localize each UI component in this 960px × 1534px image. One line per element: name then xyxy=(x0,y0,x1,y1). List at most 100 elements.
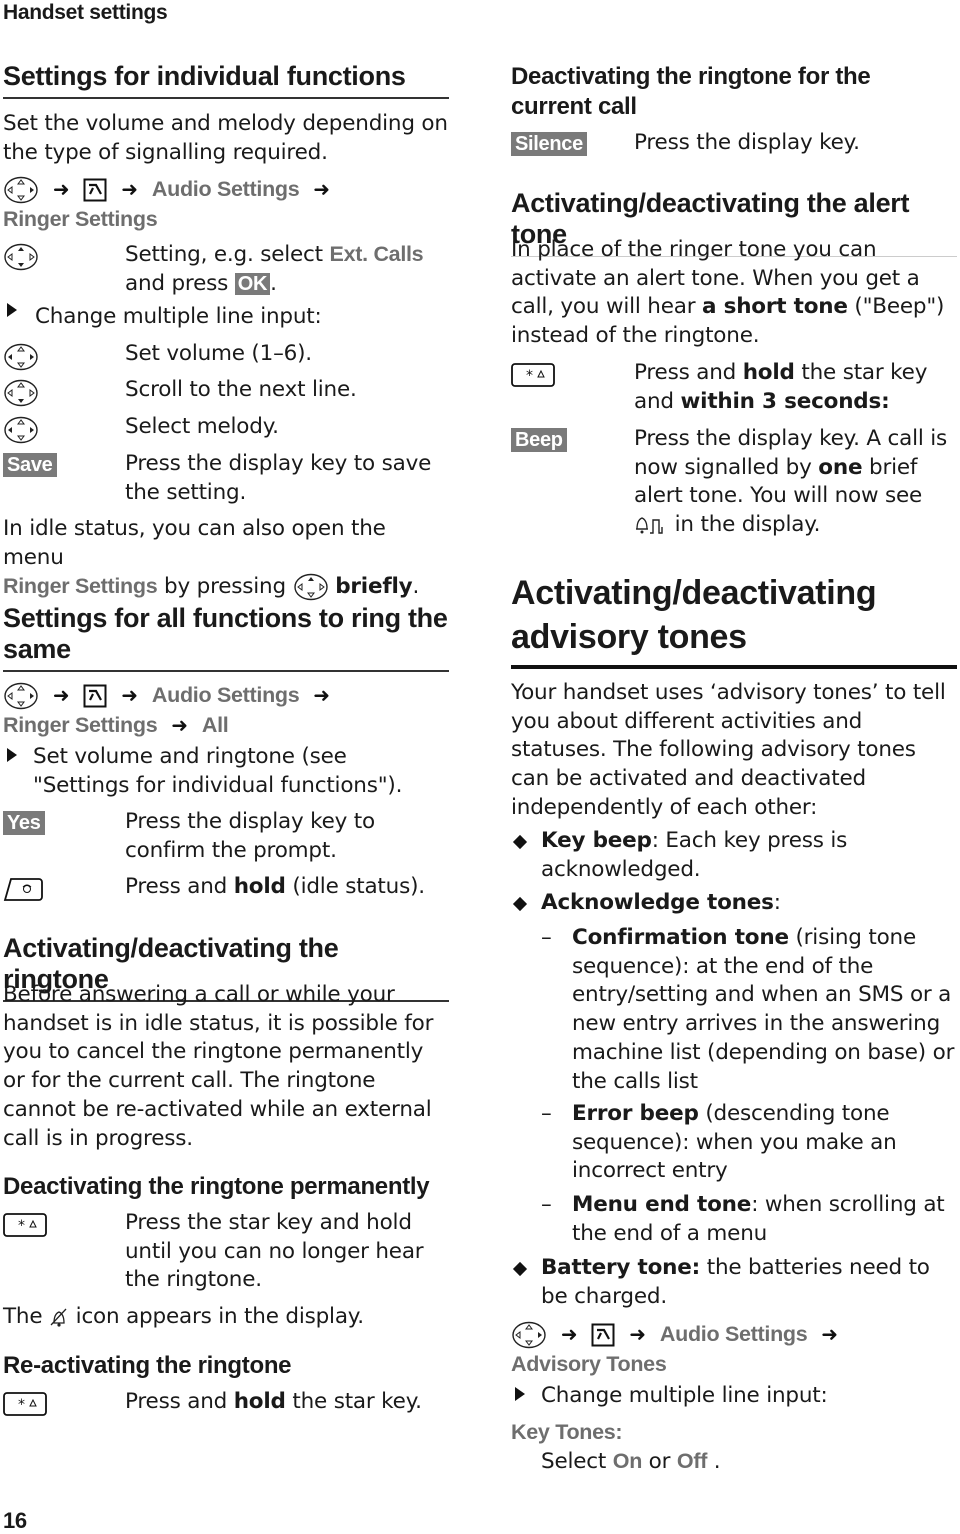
nav-key-right-icon xyxy=(512,1321,546,1349)
beep-softkey: Beep xyxy=(511,428,567,452)
step-text: Set volume (1–6). xyxy=(125,341,312,366)
menu-path-ringer: ➜ ➜ Audio Settings ➜ Ringer Settings xyxy=(3,175,449,234)
sub-item-menu-end-tone: – Menu end tone: when scrolling at the en… xyxy=(511,1191,957,1248)
field-label-key-tones: Key Tones: xyxy=(511,1420,623,1444)
step-scroll: Scroll to the next line. xyxy=(3,376,449,407)
nav-key-right-icon xyxy=(4,682,38,710)
menu-item-advisory-tones: Advisory Tones xyxy=(511,1351,667,1376)
step-text: Scroll to the next line. xyxy=(125,377,357,402)
arrow-icon: ➜ xyxy=(171,712,188,737)
arrow-icon: ➜ xyxy=(121,683,139,707)
svg-text:*: * xyxy=(18,1397,25,1413)
menu-path-advisory: ➜ ➜ Audio Settings ➜ Advisory Tones xyxy=(511,1320,957,1379)
svg-text:*: * xyxy=(526,368,533,384)
page-header: Handset settings xyxy=(3,1,168,24)
step-text: Press and xyxy=(125,874,234,899)
dash-bullet: – xyxy=(541,1101,552,1126)
step-beep: Beep Press the display key. A call is no… xyxy=(511,425,957,540)
note-text: In idle status, you can also open the me… xyxy=(3,516,386,570)
bullet-change-input: Change multiple line input: xyxy=(511,1382,957,1411)
menu-path-all: ➜ ➜ Audio Settings ➜ Ringer Settings ➜ A… xyxy=(3,681,449,740)
item-bold: Key beep xyxy=(541,828,652,853)
star-key-icon: * xyxy=(3,1392,47,1416)
diamond-bullet-icon xyxy=(512,1261,528,1277)
idle-status-note: In idle status, you can also open the me… xyxy=(3,515,449,602)
arrow-icon: ➜ xyxy=(560,1322,578,1346)
nav-key-right-icon xyxy=(4,176,38,204)
step-save: Save Press the display key to save the s… xyxy=(3,450,449,507)
punctuation: . xyxy=(412,574,420,600)
star-key-icon: * xyxy=(511,363,555,387)
bullet-change-input: Change multiple line input: xyxy=(3,303,449,332)
nav-key-left-right-icon xyxy=(4,416,38,444)
triangle-bullet-icon xyxy=(515,1387,525,1401)
arrow-icon: ➜ xyxy=(313,177,331,201)
triangle-bullet-icon xyxy=(7,748,17,762)
item-text: : xyxy=(773,890,781,915)
settings-menu-icon xyxy=(83,684,107,708)
instruction-text: Select xyxy=(541,1449,613,1474)
alert-tone-icon xyxy=(636,517,663,534)
bullet-text: Change multiple line input: xyxy=(541,1383,828,1408)
ringer-off-icon-note: The icon appears in the display. xyxy=(3,1303,449,1332)
note-text: The xyxy=(3,1304,50,1329)
silence-softkey: Silence xyxy=(511,132,587,156)
ringer-off-icon xyxy=(50,1308,67,1327)
menu-item-audio-settings: Audio Settings xyxy=(659,1322,808,1346)
list-item-key-beep: Key beep: Each key press is acknowledged… xyxy=(511,827,957,884)
step-star-reactivate: * Press and hold the star key. xyxy=(3,1388,449,1417)
star-key-icon: * xyxy=(3,1213,47,1237)
note-text: icon appears in the display. xyxy=(69,1304,364,1329)
arrow-icon: ➜ xyxy=(52,683,70,707)
end-call-key-icon xyxy=(3,878,43,901)
step-star-permanent: * Press the star key and hold until you … xyxy=(3,1209,449,1295)
nav-key-up-icon xyxy=(293,574,328,601)
option-on: On xyxy=(612,1449,643,1473)
list-item-battery-tone: Battery tone: the batteries need to be c… xyxy=(511,1254,957,1311)
bullet-text: Change multiple line input: xyxy=(35,304,322,329)
arrow-icon: ➜ xyxy=(313,683,331,707)
step-bold: within 3 seconds: xyxy=(680,388,890,414)
menu-item-ringer-settings: Ringer Settings xyxy=(3,712,158,737)
step-end-key: Press and hold (idle status). xyxy=(3,873,449,902)
step-text: Press the display key to save the settin… xyxy=(125,451,432,505)
nav-key-left-right-icon xyxy=(4,343,38,371)
item-bold: Battery tone: xyxy=(541,1255,701,1280)
option-off: Off xyxy=(676,1449,708,1473)
yes-softkey: Yes xyxy=(3,811,45,835)
diamond-bullet-icon xyxy=(512,834,528,850)
step-select-melody: Select melody. xyxy=(3,413,449,444)
step-text: Press and xyxy=(125,1389,234,1414)
svg-text:*: * xyxy=(18,1218,25,1234)
menu-item-audio-settings: Audio Settings xyxy=(151,177,300,201)
arrow-icon: ➜ xyxy=(52,177,70,201)
sub-item-error-beep: – Error beep (descending tone sequence): … xyxy=(511,1100,957,1186)
settings-menu-icon xyxy=(83,178,107,202)
intro-text: Set the volume and melody depending on t… xyxy=(3,111,448,165)
step-star-hold: * Press and hold the star key and within… xyxy=(511,359,957,416)
settings-menu-icon xyxy=(591,1323,615,1347)
step-text: (idle status). xyxy=(285,874,425,899)
arrow-icon: ➜ xyxy=(821,1322,839,1346)
dash-bullet: – xyxy=(541,925,552,950)
body-bold: a short tone xyxy=(702,294,848,320)
step-text: and press xyxy=(125,270,235,296)
step-text: Press and xyxy=(634,360,743,385)
item-text: (rising tone sequence): at the end of th… xyxy=(572,925,955,1094)
step-confirm: Yes Press the display key to confirm the… xyxy=(3,808,449,865)
subsection-title-reactivate: Re-activating the ringtone xyxy=(3,1352,292,1379)
subsection-title-permanent: Deactivating the ringtone permanently xyxy=(3,1173,430,1200)
step-silence: Silence Press the display key. xyxy=(511,129,957,158)
ringtone-body: Before answering a call or while your ha… xyxy=(3,982,434,1151)
item-bold: Acknowledge tones xyxy=(541,890,774,915)
item-bold: Error beep xyxy=(572,1101,699,1126)
instruction-text: or xyxy=(642,1449,677,1474)
step-text: Press the display key to confirm the pro… xyxy=(125,809,375,863)
arrow-icon: ➜ xyxy=(121,177,139,201)
step-text: Press the display key. xyxy=(634,130,860,155)
list-item-acknowledge-tones: Acknowledge tones: xyxy=(511,889,957,918)
menu-item-ext-calls: Ext. Calls xyxy=(329,242,424,266)
section-title-advisory-tones: Activating/deactivating advisory tones xyxy=(511,571,957,669)
nav-key-up-down-icon xyxy=(4,243,38,271)
step-text: the star key. xyxy=(285,1389,422,1414)
